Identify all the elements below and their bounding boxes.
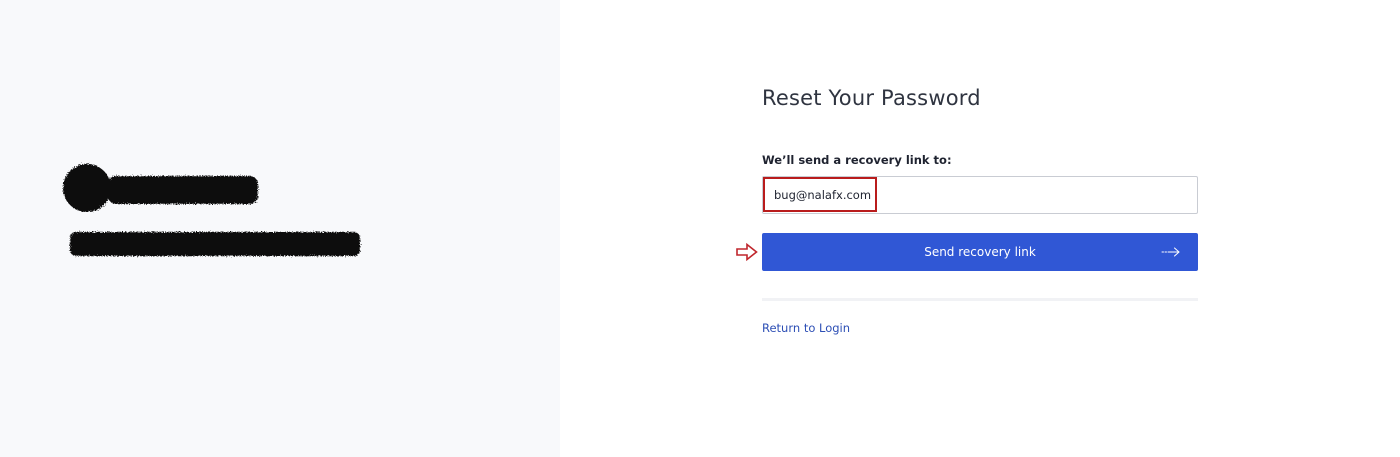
email-field[interactable]	[762, 176, 1198, 214]
redacted-logo	[63, 164, 360, 256]
reset-password-page: Reset Your Password We’ll send a recover…	[0, 0, 1400, 457]
page-title: Reset Your Password	[762, 86, 981, 110]
email-field-wrapper	[762, 176, 1198, 214]
submit-row: Send recovery link	[736, 233, 1198, 271]
form-panel: Reset Your Password We’ll send a recover…	[560, 0, 1400, 457]
send-recovery-link-label: Send recovery link	[924, 245, 1036, 259]
divider	[762, 298, 1198, 301]
arrow-right-icon	[1161, 247, 1180, 257]
send-recovery-link-button[interactable]: Send recovery link	[762, 233, 1198, 271]
reset-form: Reset Your Password We’ll send a recover…	[736, 84, 1198, 336]
email-label: We’ll send a recovery link to:	[762, 153, 952, 167]
return-to-login-link[interactable]: Return to Login	[762, 321, 850, 335]
annotation-arrow-icon	[736, 243, 758, 261]
brand-panel	[0, 0, 560, 457]
